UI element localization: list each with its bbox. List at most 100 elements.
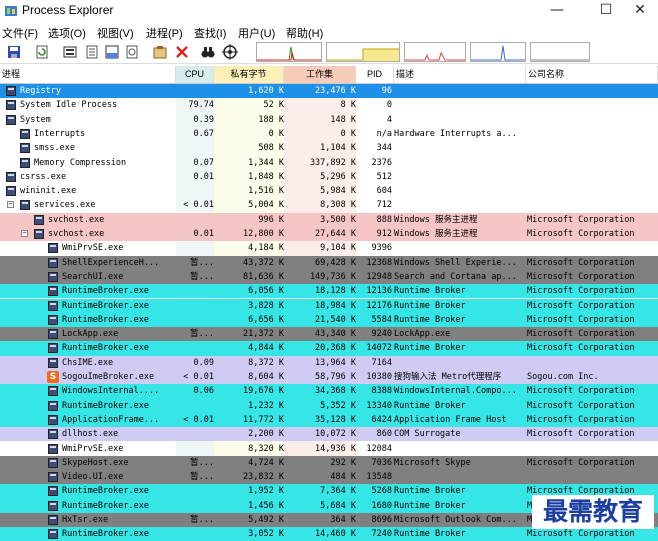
process-row[interactable]: WmiPrvSE.exe 4,184 K 9,104 K 9396	[0, 241, 658, 255]
process-pid: 888	[376, 214, 392, 225]
cpu-usage-graph[interactable]	[256, 42, 322, 62]
menu-file[interactable]: 文件(F)	[2, 25, 38, 41]
process-row[interactable]: RuntimeBroker.exe 4,844 K 20,368 K 14072 Run…	[0, 341, 658, 356]
io-graph-plot	[405, 51, 465, 61]
process-private-bytes: 3,828 K	[248, 300, 284, 311]
io-history-graph[interactable]	[404, 42, 466, 62]
process-row[interactable]: RuntimeBroker.exe 1,232 K 5,352 K 13340 Runt…	[0, 398, 658, 413]
process-row[interactable]: WindowsInternal.... 0.06 19,676 K 34,368 K 8…	[0, 384, 658, 399]
process-row[interactable]: Video.UI.exe 暂... 23,832 K 484 K 13548	[0, 470, 658, 485]
menu-options[interactable]: 选项(O)	[48, 25, 86, 41]
system-information-icon[interactable]	[62, 44, 78, 60]
process-company: Microsoft Corporation	[527, 257, 635, 268]
network-history-graph[interactable]	[470, 42, 526, 62]
process-row[interactable]: dllhost.exe 2,200 K 10,072 K 860 COM Surroga…	[0, 427, 658, 442]
tree-collapse-toggle[interactable]: −	[7, 201, 14, 209]
process-row[interactable]: RuntimeBroker.exe 3,052 K 14,460 K 7240 Runt…	[0, 527, 658, 541]
process-name-cell: Memory Compression	[0, 156, 176, 170]
process-cpu	[176, 499, 214, 513]
process-working-set: 23,476 K	[315, 86, 356, 96]
menu-process[interactable]: 进程(P)	[146, 25, 183, 41]
process-row[interactable]: S SogouImeBroker.exe < 0.01 8,604 K 58,796 K…	[0, 370, 658, 385]
save-icon[interactable]	[6, 44, 22, 60]
kill-process-icon[interactable]	[174, 44, 190, 60]
process-cpu	[176, 341, 214, 355]
find-binoculars-icon[interactable]	[200, 44, 216, 60]
show-lower-pane-icon[interactable]	[104, 44, 120, 60]
process-private-bytes: 3,052 K	[248, 529, 284, 540]
process-cpu	[176, 313, 214, 327]
process-window-icon	[48, 329, 58, 340]
process-row[interactable]: RuntimeBroker.exe 3,828 K 18,984 K 12176 Run…	[0, 298, 658, 313]
process-name: ApplicationFrame...	[62, 414, 160, 425]
column-header-cpu[interactable]: CPU	[176, 66, 214, 83]
minimize-button[interactable]: —	[537, 0, 577, 22]
menu-help[interactable]: 帮助(H)	[286, 25, 323, 41]
process-row[interactable]: SearchUI.exe 暂... 81,636 K 149,736 K 12948 Se…	[0, 269, 658, 285]
process-company: Microsoft Corporation	[527, 314, 635, 325]
process-row[interactable]: WmiPrvSE.exe 8,320 K 14,936 K 12084	[0, 442, 658, 456]
process-cpu	[176, 299, 214, 313]
commit-history-graph[interactable]	[326, 42, 400, 62]
process-row[interactable]: RuntimeBroker.exe 6,656 K 21,540 K 5584 Runt…	[0, 312, 658, 328]
column-header-process[interactable]: 进程	[0, 66, 176, 83]
process-cpu	[176, 399, 214, 413]
process-working-set: 5,984 K	[320, 186, 356, 197]
process-working-set: 10,072 K	[315, 429, 356, 440]
process-row[interactable]: ChsIME.exe 0.09 8,372 K 13,964 K 7164	[0, 355, 658, 370]
process-row[interactable]: csrss.exe 0.01 1,848 K 5,296 K 512	[0, 170, 658, 184]
process-row[interactable]: smss.exe 508 K 1,104 K 344	[0, 141, 658, 155]
process-cpu: < 0.01	[183, 414, 214, 425]
process-row[interactable]: LockApp.exe 暂... 21,372 K 43,340 K 9240 LockA…	[0, 327, 658, 342]
properties-icon[interactable]	[152, 44, 168, 60]
process-name-cell: WmiPrvSE.exe	[0, 442, 176, 456]
column-header-company[interactable]: 公司名称	[526, 66, 658, 83]
menu-find[interactable]: 查找(I)	[194, 25, 226, 41]
process-company	[527, 356, 658, 370]
column-header-pid[interactable]: PID	[356, 66, 394, 83]
process-row[interactable]: RuntimeBroker.exe 6,056 K 18,128 K 12136 Run…	[0, 284, 658, 299]
process-explorer-app-icon	[5, 6, 17, 16]
process-row[interactable]: − services.exe < 0.01 5,004 K 8,308 K 712	[0, 198, 658, 212]
process-description: Runtime Broker	[394, 300, 466, 311]
process-window-icon	[48, 257, 58, 268]
menu-bar: 文件(F) 选项(O) 视图(V) 进程(P) 查找(I) 用户(U) 帮助(H…	[0, 24, 658, 41]
process-row[interactable]: Interrupts 0.67 0 K 0 K n/a Hardware Interrup…	[0, 127, 658, 141]
show-process-tree-icon[interactable]	[84, 44, 100, 60]
process-private-bytes: 5,492 K	[248, 515, 284, 525]
gpu-history-graph[interactable]	[530, 42, 590, 62]
process-row[interactable]: System Idle Process 79.74 52 K 8 K 0	[0, 98, 658, 112]
process-row[interactable]: −System 0.39 188 K 148 K 4	[0, 113, 658, 127]
process-row[interactable]: − svchost.exe 0.01 12,800 K 27,644 K 912 Windo…	[0, 227, 658, 242]
menu-view[interactable]: 视图(V)	[97, 25, 134, 41]
process-name: services.exe	[34, 200, 96, 211]
column-header-description[interactable]: 描述	[394, 66, 526, 83]
process-row[interactable]: svchost.exe 996 K 3,500 K 888 Windows 服务主进程 M…	[0, 212, 658, 227]
process-row[interactable]: Memory Compression 0.07 1,344 K 337,892 K 23…	[0, 156, 658, 170]
process-name-cell: SkypeHost.exe	[0, 456, 176, 470]
process-row[interactable]: ApplicationFrame... < 0.01 11,772 K 35,128 …	[0, 412, 658, 428]
menu-users[interactable]: 用户(U)	[238, 25, 275, 41]
close-button[interactable]: ✕	[620, 0, 658, 22]
process-name: WindowsInternal....	[62, 386, 160, 397]
process-row[interactable]: Registry 1,620 K 23,476 K 96	[0, 84, 658, 99]
view-handles-icon[interactable]	[124, 44, 140, 60]
process-company	[527, 84, 658, 98]
process-description: Runtime Broker	[394, 529, 466, 540]
process-description	[394, 170, 524, 184]
tree-collapse-toggle[interactable]: −	[21, 230, 28, 237]
process-row[interactable]: SkypeHost.exe 暂... 4,724 K 292 K 7036 Microso…	[0, 455, 658, 471]
column-header-private-bytes[interactable]: 私有字节	[214, 66, 284, 83]
process-cpu: 暂...	[190, 457, 214, 468]
column-header-working-set[interactable]: 工作集	[284, 66, 356, 83]
refresh-icon[interactable]	[34, 44, 50, 60]
process-window-icon	[48, 286, 58, 297]
find-window-target-icon[interactable]	[222, 44, 238, 60]
process-cpu: < 0.01	[183, 372, 214, 382]
process-window-icon	[34, 214, 44, 225]
process-name: WmiPrvSE.exe	[62, 243, 124, 254]
process-pid: 6424	[371, 414, 392, 425]
process-working-set: 364 K	[330, 515, 356, 525]
process-row[interactable]: ShellExperienceH... 暂... 43,372 K 69,428 K 1…	[0, 255, 658, 270]
process-row[interactable]: −wininit.exe 1,516 K 5,984 K 604	[0, 184, 658, 198]
